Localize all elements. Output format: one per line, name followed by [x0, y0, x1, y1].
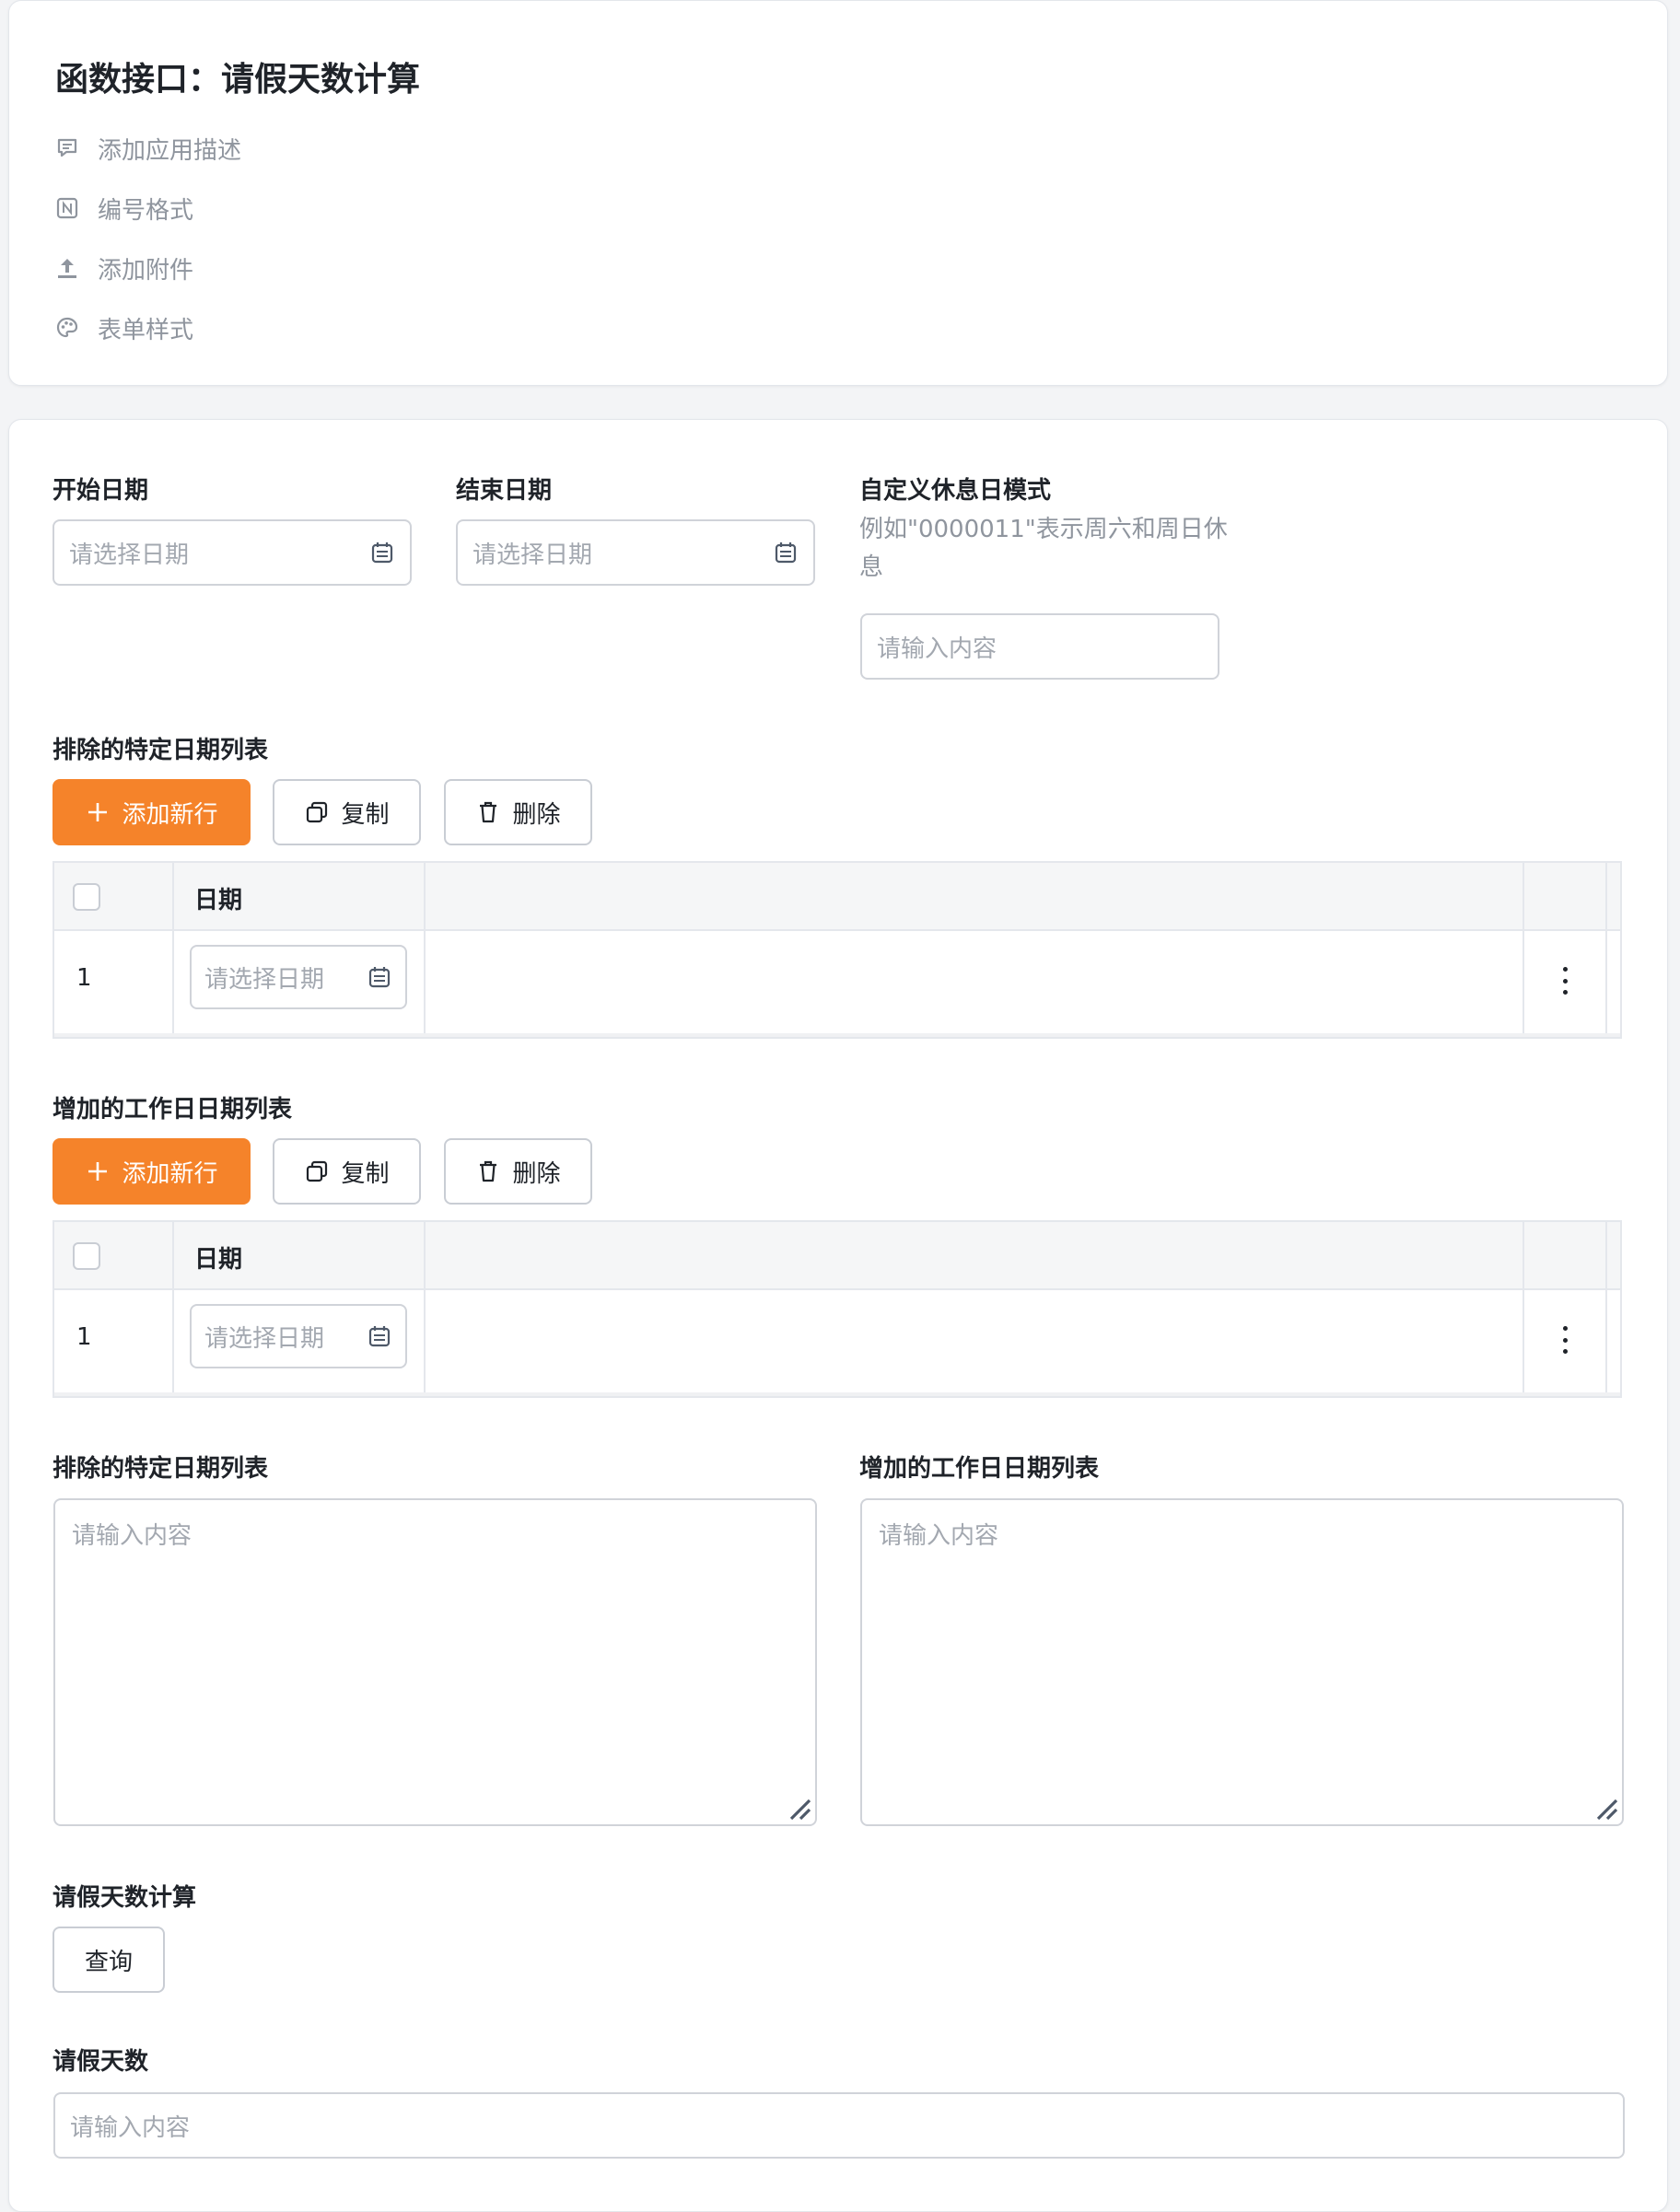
- exclude-add-row-label: 添加新行: [122, 800, 218, 829]
- add-attachment-link[interactable]: 添加附件: [55, 250, 193, 286]
- query-button-label: 查询: [84, 1948, 133, 1976]
- row-more-icon[interactable]: [1556, 1326, 1574, 1354]
- workday-delete-label: 删除: [512, 1159, 561, 1188]
- date-column-header: 日期: [194, 887, 243, 914]
- workday-table-label: 增加的工作日日期列表: [52, 1096, 293, 1123]
- calendar-icon: [369, 540, 395, 565]
- row-date-picker[interactable]: 请选择日期: [190, 945, 407, 1009]
- copy-icon: [304, 1158, 330, 1184]
- exclude-text-label: 排除的特定日期列表: [52, 1455, 269, 1483]
- form-style-label: 表单样式: [98, 316, 194, 344]
- calendar-icon: [367, 964, 392, 990]
- start-date-picker[interactable]: 请选择日期: [52, 519, 412, 586]
- end-date-label: 结束日期: [456, 477, 553, 505]
- row-date-placeholder: 请选择日期: [204, 1324, 325, 1353]
- calc-label: 请假天数计算: [52, 1884, 197, 1912]
- days-placeholder: 请输入内容: [70, 2113, 191, 2142]
- table-header: [54, 1222, 1620, 1290]
- rest-pattern-label: 自定义休息日模式: [859, 477, 1052, 505]
- start-date-label: 开始日期: [52, 477, 149, 505]
- row-index: 1: [76, 1323, 92, 1351]
- workday-dates-table: 日期 1 请选择日期: [52, 1220, 1622, 1398]
- exclude-dates-table: 日期 1 请选择日期: [52, 861, 1622, 1039]
- numbering-format-label: 编号格式: [98, 196, 194, 225]
- numbering-format-link[interactable]: 编号格式: [55, 190, 193, 227]
- query-button[interactable]: 查询: [52, 1927, 165, 1993]
- exclude-text-placeholder: 请输入内容: [72, 1522, 192, 1550]
- add-description-link[interactable]: 添加应用描述: [55, 130, 241, 167]
- palette-icon: [55, 316, 79, 340]
- end-date-placeholder: 请选择日期: [472, 541, 593, 569]
- calendar-icon: [773, 540, 799, 565]
- form-style-link[interactable]: 表单样式: [55, 309, 193, 346]
- numbering-icon: [55, 196, 79, 220]
- exclude-table-label: 排除的特定日期列表: [52, 737, 269, 764]
- workday-add-row-button[interactable]: 添加新行: [52, 1138, 251, 1205]
- exclude-delete-label: 删除: [512, 800, 561, 829]
- plus-icon: [85, 1158, 111, 1184]
- workday-text-placeholder: 请输入内容: [879, 1522, 999, 1550]
- workday-text-label: 增加的工作日日期列表: [859, 1455, 1100, 1483]
- comment-icon: [55, 136, 79, 160]
- start-date-placeholder: 请选择日期: [69, 541, 190, 569]
- copy-icon: [304, 799, 330, 825]
- date-column-header: 日期: [194, 1246, 243, 1274]
- app-header-card: 函数接口：请假天数计算 添加应用描述 编号格式 添加附件 表单样式: [8, 0, 1668, 386]
- row-date-picker[interactable]: 请选择日期: [190, 1304, 407, 1368]
- rest-pattern-placeholder: 请输入内容: [877, 634, 998, 663]
- select-all-checkbox[interactable]: [73, 883, 100, 911]
- page-title: 函数接口：请假天数计算: [55, 61, 421, 99]
- plus-icon: [85, 799, 111, 825]
- row-date-placeholder: 请选择日期: [204, 965, 325, 994]
- end-date-picker[interactable]: 请选择日期: [456, 519, 815, 586]
- upload-icon: [55, 256, 79, 280]
- row-index: 1: [76, 964, 92, 992]
- workday-copy-button[interactable]: 复制: [273, 1138, 421, 1205]
- table-header: [54, 863, 1620, 931]
- resize-handle-icon[interactable]: [1592, 1795, 1618, 1821]
- trash-icon: [475, 799, 501, 825]
- days-label: 请假天数: [52, 2048, 149, 2076]
- resize-handle-icon[interactable]: [786, 1795, 811, 1821]
- rest-pattern-hint: 例如"0000011"表示周六和周日休息: [859, 516, 1228, 581]
- select-all-checkbox[interactable]: [73, 1242, 100, 1270]
- exclude-dates-textarea[interactable]: 请输入内容: [53, 1498, 817, 1826]
- exclude-delete-button[interactable]: 删除: [444, 779, 592, 845]
- exclude-copy-button[interactable]: 复制: [273, 779, 421, 845]
- exclude-add-row-button[interactable]: 添加新行: [52, 779, 251, 845]
- add-attachment-label: 添加附件: [98, 256, 194, 285]
- days-input[interactable]: 请输入内容: [53, 2092, 1625, 2159]
- workday-add-row-label: 添加新行: [122, 1159, 218, 1188]
- workday-copy-label: 复制: [341, 1159, 390, 1188]
- add-description-label: 添加应用描述: [98, 136, 242, 165]
- rest-pattern-input[interactable]: 请输入内容: [860, 613, 1219, 680]
- trash-icon: [475, 1158, 501, 1184]
- workday-dates-textarea[interactable]: 请输入内容: [860, 1498, 1624, 1826]
- workday-delete-button[interactable]: 删除: [444, 1138, 592, 1205]
- row-more-icon[interactable]: [1556, 967, 1574, 995]
- calendar-icon: [367, 1323, 392, 1349]
- exclude-copy-label: 复制: [341, 800, 390, 829]
